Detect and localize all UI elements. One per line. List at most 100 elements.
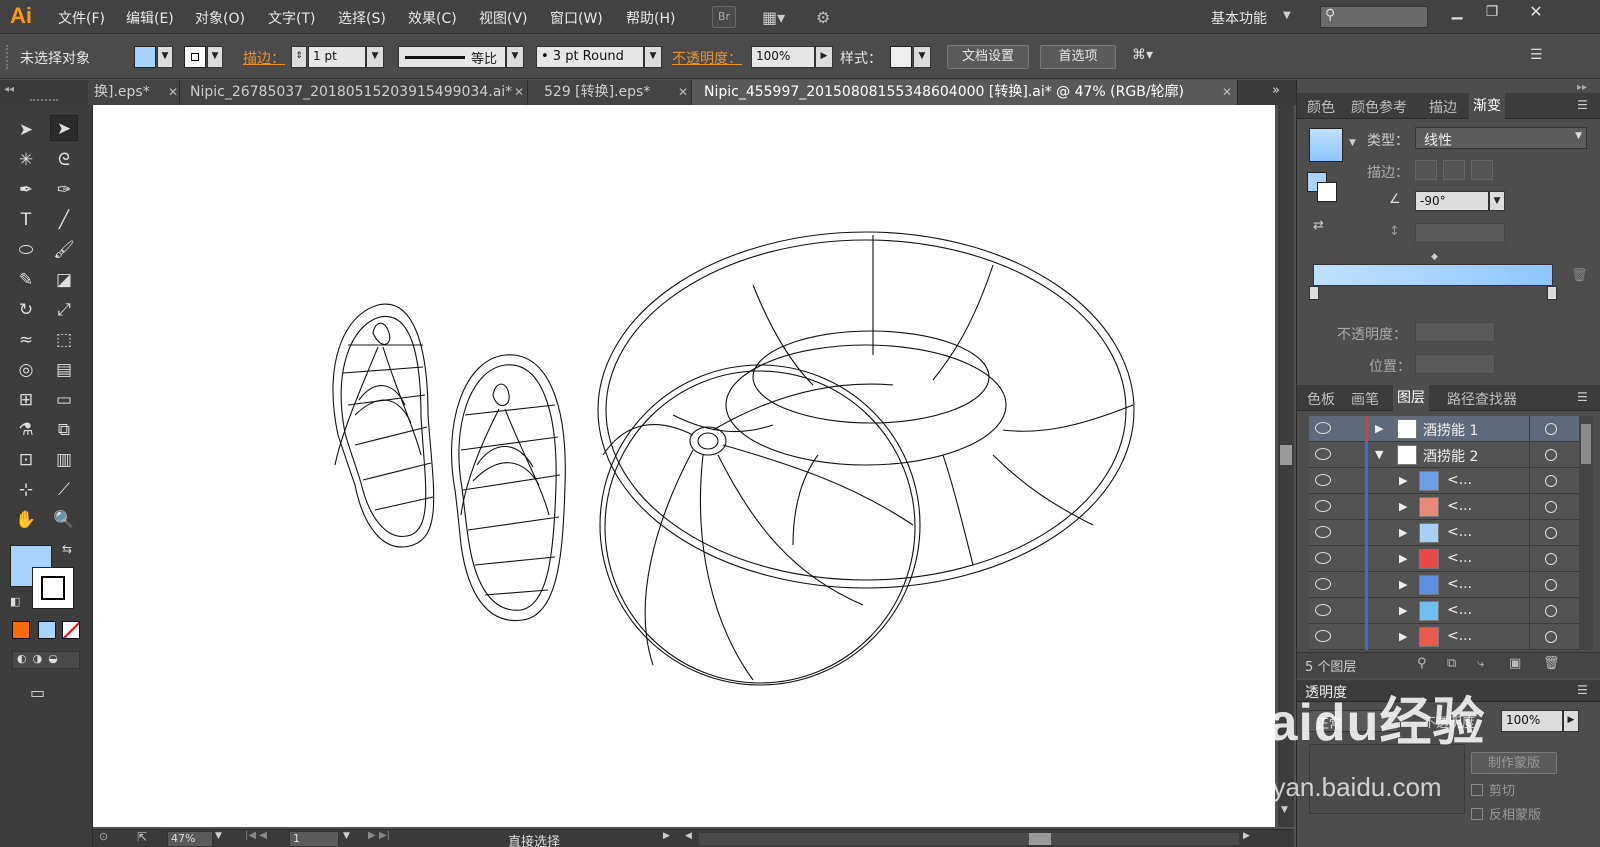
- layers-scrollbar[interactable]: [1579, 416, 1593, 650]
- menu-window[interactable]: 窗口(W): [550, 8, 603, 28]
- status-menu-icon[interactable]: ▶: [663, 831, 670, 841]
- eye-icon[interactable]: [1315, 578, 1331, 590]
- reverse-gradient-icon[interactable]: ⇄: [1313, 218, 1324, 233]
- close-window-button[interactable]: ✕: [1522, 2, 1550, 24]
- direct-selection-tool-icon[interactable]: ➤: [50, 115, 78, 141]
- line-tool-icon[interactable]: ╱: [50, 207, 78, 233]
- pencil-tool-icon[interactable]: ✎: [12, 267, 40, 293]
- curvature-tool-icon[interactable]: ✑: [50, 177, 78, 203]
- variable-width-profile[interactable]: 等比: [398, 46, 506, 68]
- sublayer-name[interactable]: <...: [1447, 602, 1472, 618]
- close-icon[interactable]: ✕: [1222, 80, 1232, 105]
- expand-arrow-icon[interactable]: ▶: [1399, 604, 1407, 617]
- panel-menu-icon[interactable]: ☰: [1577, 390, 1588, 404]
- expand-arrow-icon[interactable]: ▶: [1399, 630, 1407, 643]
- width-tool-icon[interactable]: ≈: [12, 327, 40, 353]
- target-icon[interactable]: [1545, 449, 1557, 461]
- horizontal-scrollbar[interactable]: [699, 833, 1239, 845]
- sublayer-name[interactable]: <...: [1447, 576, 1472, 592]
- transparency-opacity-field[interactable]: 100%: [1501, 710, 1563, 732]
- expand-arrow-icon[interactable]: ▶: [1399, 578, 1407, 591]
- opacity-dropdown[interactable]: ▶: [815, 46, 833, 68]
- rotate-tool-icon[interactable]: ↻: [12, 297, 40, 323]
- sync-icon[interactable]: ⚙: [816, 8, 844, 28]
- arrange-documents-icon[interactable]: ▦▾: [762, 8, 796, 27]
- graph-tool-icon[interactable]: ▥: [50, 447, 78, 473]
- stroke-weight-dropdown[interactable]: ▼: [366, 46, 384, 68]
- isolate-icon[interactable]: ⌘▾: [1132, 47, 1153, 63]
- panel-menu-icon[interactable]: ☰: [1577, 98, 1588, 112]
- locate-object-icon[interactable]: ⚲: [1417, 656, 1427, 671]
- menu-help[interactable]: 帮助(H): [626, 8, 675, 28]
- stop-opacity-field[interactable]: [1415, 322, 1495, 342]
- expand-arrow-icon[interactable]: ▶: [1399, 500, 1407, 513]
- target-icon[interactable]: [1545, 527, 1557, 539]
- target-icon[interactable]: [1545, 579, 1557, 591]
- eye-icon[interactable]: [1315, 630, 1331, 642]
- profile-dropdown[interactable]: ▼: [506, 46, 524, 68]
- lasso-tool-icon[interactable]: ᘓ: [50, 147, 78, 173]
- stroke-across-icon[interactable]: [1471, 160, 1493, 180]
- scroll-thumb[interactable]: [1581, 424, 1591, 464]
- sublayer-name[interactable]: <...: [1447, 524, 1472, 540]
- delete-stop-icon[interactable]: 🗑: [1571, 268, 1588, 283]
- new-sublayer-icon[interactable]: ⤷: [1477, 656, 1484, 671]
- draw-mode-icons[interactable]: ◐◑◒: [12, 651, 80, 669]
- brush-definition[interactable]: • 3 pt Round: [536, 46, 644, 68]
- eye-icon[interactable]: [1315, 474, 1331, 486]
- tab-gradient[interactable]: 渐变: [1469, 93, 1505, 119]
- free-transform-tool-icon[interactable]: ⬚: [50, 327, 78, 353]
- midpoint-diamond-icon[interactable]: ◆: [1431, 252, 1438, 262]
- artboard-tool-icon[interactable]: ⊹: [12, 477, 40, 503]
- menu-select[interactable]: 选择(S): [338, 8, 386, 28]
- sublayer-name[interactable]: <...: [1447, 550, 1472, 566]
- outline-artwork[interactable]: [93, 105, 1275, 827]
- target-icon[interactable]: [1545, 631, 1557, 643]
- more-tabs-icon[interactable]: »: [1272, 83, 1280, 98]
- stroke-label[interactable]: 描边：: [243, 48, 285, 68]
- tab-document-4[interactable]: Nipic_455997_20150808155348604000 [转换].a…: [692, 80, 1238, 105]
- menu-type[interactable]: 文字(T): [268, 8, 315, 28]
- opacity-field[interactable]: 100%: [751, 46, 815, 68]
- sublayer-row[interactable]: ▶ <...: [1309, 520, 1579, 546]
- expand-arrow-icon[interactable]: ▶: [1399, 526, 1407, 539]
- sublayer-name[interactable]: <...: [1447, 472, 1472, 488]
- menu-edit[interactable]: 编辑(E): [126, 8, 174, 28]
- tab-color[interactable]: 颜色: [1307, 97, 1335, 117]
- sublayer-row[interactable]: ▶ <...: [1309, 546, 1579, 572]
- zoom-dropdown-icon[interactable]: ▼: [215, 831, 222, 841]
- artboard[interactable]: [93, 105, 1275, 827]
- fill-swatch[interactable]: [134, 46, 156, 68]
- stop-position-field[interactable]: [1415, 354, 1495, 374]
- tab-document-2[interactable]: Nipic_26785037_20180515203915499034.ai* ✕: [180, 80, 528, 105]
- aspect-ratio-field[interactable]: [1415, 223, 1505, 243]
- tab-pathfinder[interactable]: 路径查找器: [1447, 389, 1517, 409]
- scroll-left-icon[interactable]: ◀: [685, 831, 692, 841]
- tab-layers[interactable]: 图层: [1393, 385, 1429, 411]
- scroll-right-icon[interactable]: ▶: [1243, 831, 1250, 841]
- panel-menu-icon[interactable]: ☰: [1577, 683, 1588, 697]
- eye-icon[interactable]: [1315, 448, 1331, 460]
- stroke-swatch[interactable]: [184, 46, 206, 68]
- workspace-switcher[interactable]: 基本功能: [1211, 8, 1267, 28]
- style-dropdown[interactable]: ▼: [913, 46, 931, 68]
- slice-tool-icon[interactable]: ⟋: [50, 477, 78, 503]
- eyedropper-tool-icon[interactable]: ⚗: [12, 417, 40, 443]
- scale-tool-icon[interactable]: ⤢: [50, 297, 78, 323]
- gradient-tool-icon[interactable]: ▭: [50, 387, 78, 413]
- opacity-label[interactable]: 不透明度：: [672, 48, 742, 68]
- tab-brushes[interactable]: 画笔: [1351, 389, 1379, 409]
- gradient-preview-swatch[interactable]: [1309, 128, 1343, 162]
- first-page-icon[interactable]: |◀ ◀: [245, 830, 267, 841]
- menu-file[interactable]: 文件(F): [58, 8, 105, 28]
- close-icon[interactable]: ✕: [514, 80, 524, 105]
- gradient-type-select[interactable]: 线性 ▼: [1415, 127, 1587, 149]
- shape-builder-tool-icon[interactable]: ◎: [12, 357, 40, 383]
- invert-mask-checkbox[interactable]: [1471, 808, 1483, 820]
- bridge-button[interactable]: Br: [712, 6, 736, 28]
- zoom-tool-icon[interactable]: 🔍: [50, 507, 78, 533]
- ellipse-tool-icon[interactable]: ⬭: [12, 237, 40, 263]
- sublayer-name[interactable]: <...: [1447, 498, 1472, 514]
- sublayer-row[interactable]: ▶ <...: [1309, 598, 1579, 624]
- gradient-stop-start[interactable]: [1309, 286, 1319, 300]
